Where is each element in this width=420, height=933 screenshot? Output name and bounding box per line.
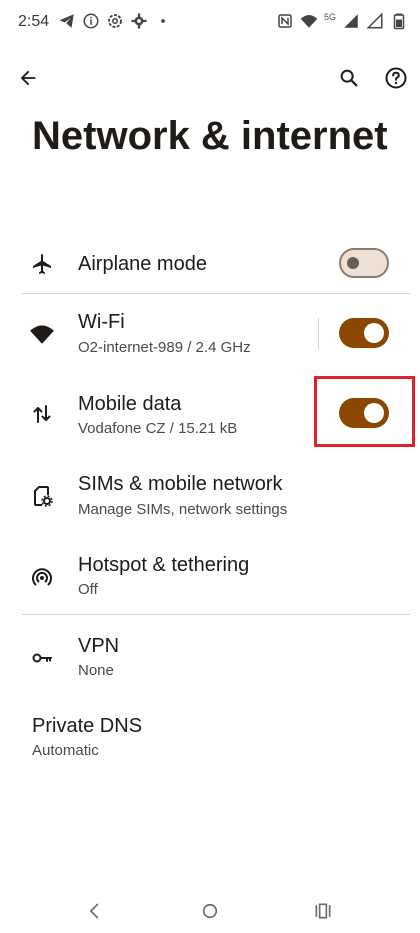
hotspot-icon (26, 561, 58, 593)
sims-title: SIMs & mobile network (78, 473, 283, 495)
mobile-data-subtitle: Vodafone CZ / 15.21 kB (78, 420, 238, 437)
vpn-row[interactable]: VPN None (0, 630, 420, 686)
help-button[interactable] (380, 62, 412, 94)
navigation-bar (0, 880, 420, 933)
airplane-mode-toggle[interactable] (339, 248, 389, 278)
wifi-title: Wi-Fi (78, 311, 125, 333)
divider (22, 614, 410, 615)
recents-nav-button[interactable] (308, 896, 338, 926)
arrow-back-icon (20, 70, 36, 86)
airplane-mode-row[interactable]: Airplane mode (0, 242, 420, 290)
status-icons-left (58, 12, 172, 30)
divider (318, 318, 319, 350)
mobile-data-toggle[interactable] (339, 398, 389, 428)
status-bar: 2:54 5G (0, 0, 420, 44)
page-title: Network & internet (32, 114, 388, 158)
wifi-icon (300, 15, 318, 28)
hotspot-title: Hotspot & tethering (78, 554, 250, 576)
status-time: 2:54 (18, 13, 50, 30)
toggle-knob (364, 403, 384, 423)
wifi-subtitle: O2-internet-989 / 2.4 GHz (78, 339, 251, 356)
airplane-mode-title: Airplane mode (78, 253, 207, 275)
mobile-data-title: Mobile data (78, 393, 182, 415)
airplane-icon (26, 248, 58, 280)
home-nav-button[interactable] (195, 896, 225, 926)
search-icon (340, 69, 358, 87)
nfc-icon (278, 14, 292, 28)
key-icon (26, 642, 58, 674)
toggle-knob (364, 323, 384, 343)
battery-icon (393, 13, 405, 30)
signal-icon (344, 14, 358, 28)
network-type: 5G (323, 12, 336, 22)
signal-icon (366, 12, 383, 29)
back-button[interactable] (12, 62, 44, 94)
hotspot-subtitle: Off (78, 581, 98, 598)
sim-settings-icon (26, 480, 58, 512)
mobile-data-icon (26, 398, 58, 430)
private-dns-row[interactable]: Private DNS Automatic (0, 710, 420, 766)
mobile-data-row[interactable]: Mobile data Vodafone CZ / 15.21 kB (0, 388, 420, 444)
dot-icon (161, 19, 165, 23)
recents-nav-icon (315, 903, 331, 919)
settings-icon (108, 14, 122, 28)
wifi-toggle[interactable] (339, 318, 389, 348)
sims-mobile-network-row[interactable]: SIMs & mobile network Manage SIMs, netwo… (0, 468, 420, 524)
info-icon (83, 13, 99, 29)
sims-subtitle: Manage SIMs, network settings (78, 501, 288, 518)
back-nav-button[interactable] (80, 896, 110, 926)
wifi-icon (26, 318, 58, 350)
vpn-subtitle: None (78, 662, 114, 679)
toggle-knob (347, 257, 359, 269)
help-icon (385, 67, 407, 89)
vpn-title: VPN (78, 635, 120, 657)
home-nav-icon (202, 903, 218, 919)
gear-icon (131, 13, 147, 29)
private-dns-subtitle: Automatic (32, 742, 99, 759)
divider (22, 293, 410, 294)
telegram-icon (59, 14, 74, 28)
back-nav-icon (90, 903, 99, 919)
private-dns-title: Private DNS (32, 715, 143, 737)
top-app-bar (0, 60, 420, 104)
hotspot-tethering-row[interactable]: Hotspot & tethering Off (0, 549, 420, 605)
status-icons-right: 5G (276, 12, 408, 30)
search-button[interactable] (333, 62, 365, 94)
